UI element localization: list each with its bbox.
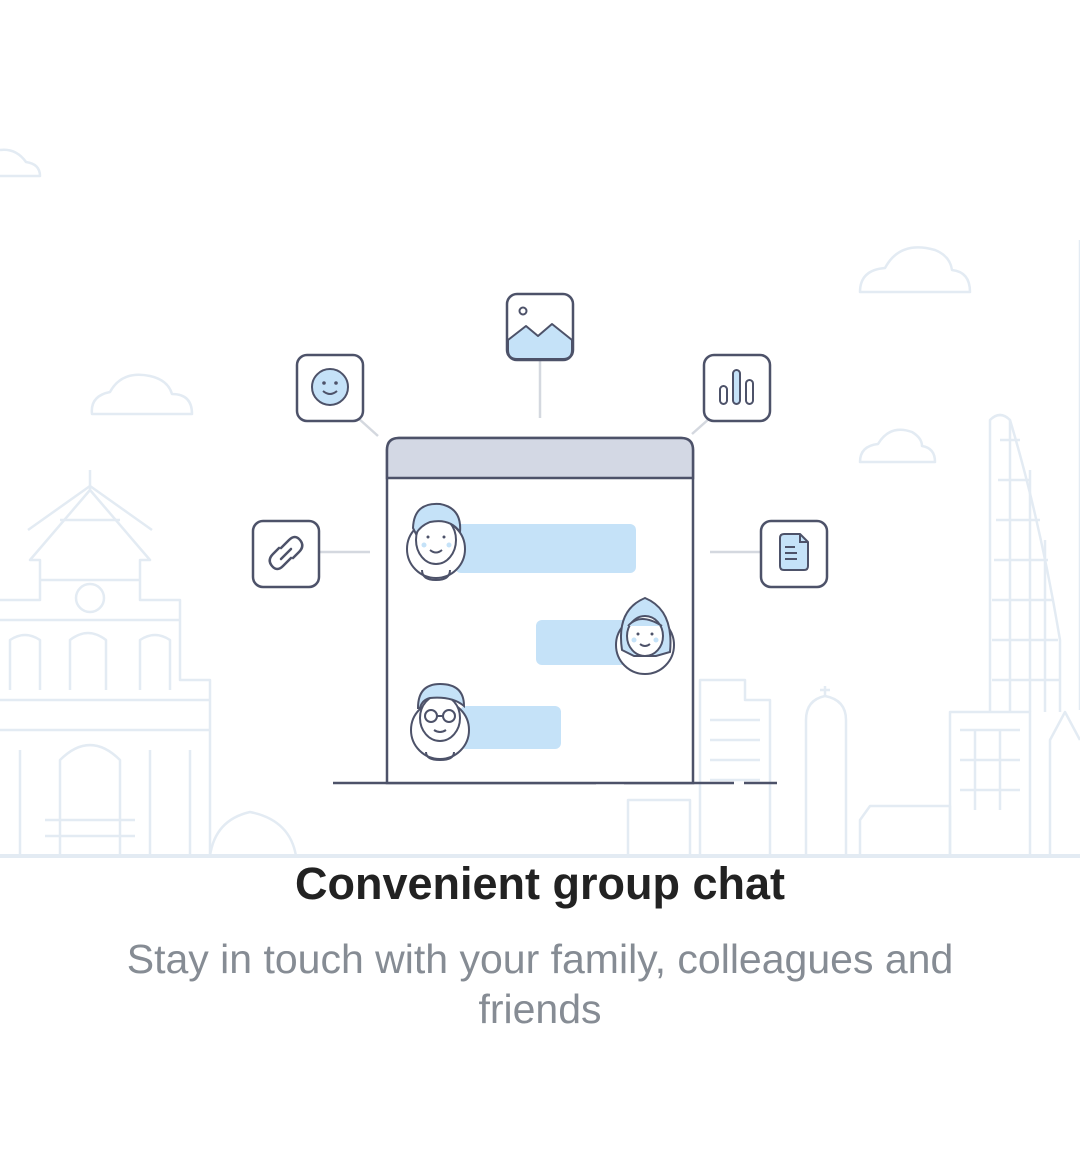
group-chat-illustration	[0, 148, 1080, 858]
man-avatar	[406, 502, 466, 582]
message-bubble	[460, 706, 561, 749]
link-icon	[251, 519, 321, 589]
onboarding-subtitle: Stay in touch with your family, colleagu…	[126, 936, 954, 1032]
chart-icon	[702, 353, 772, 423]
smiley-icon	[295, 353, 365, 423]
chat-window-header	[385, 436, 695, 480]
glasses-man-avatar	[410, 682, 470, 762]
onboarding-title: Convenient group chat	[294, 858, 785, 909]
message-bubble	[455, 524, 636, 573]
document-icon	[759, 519, 829, 589]
image-icon	[505, 292, 575, 362]
